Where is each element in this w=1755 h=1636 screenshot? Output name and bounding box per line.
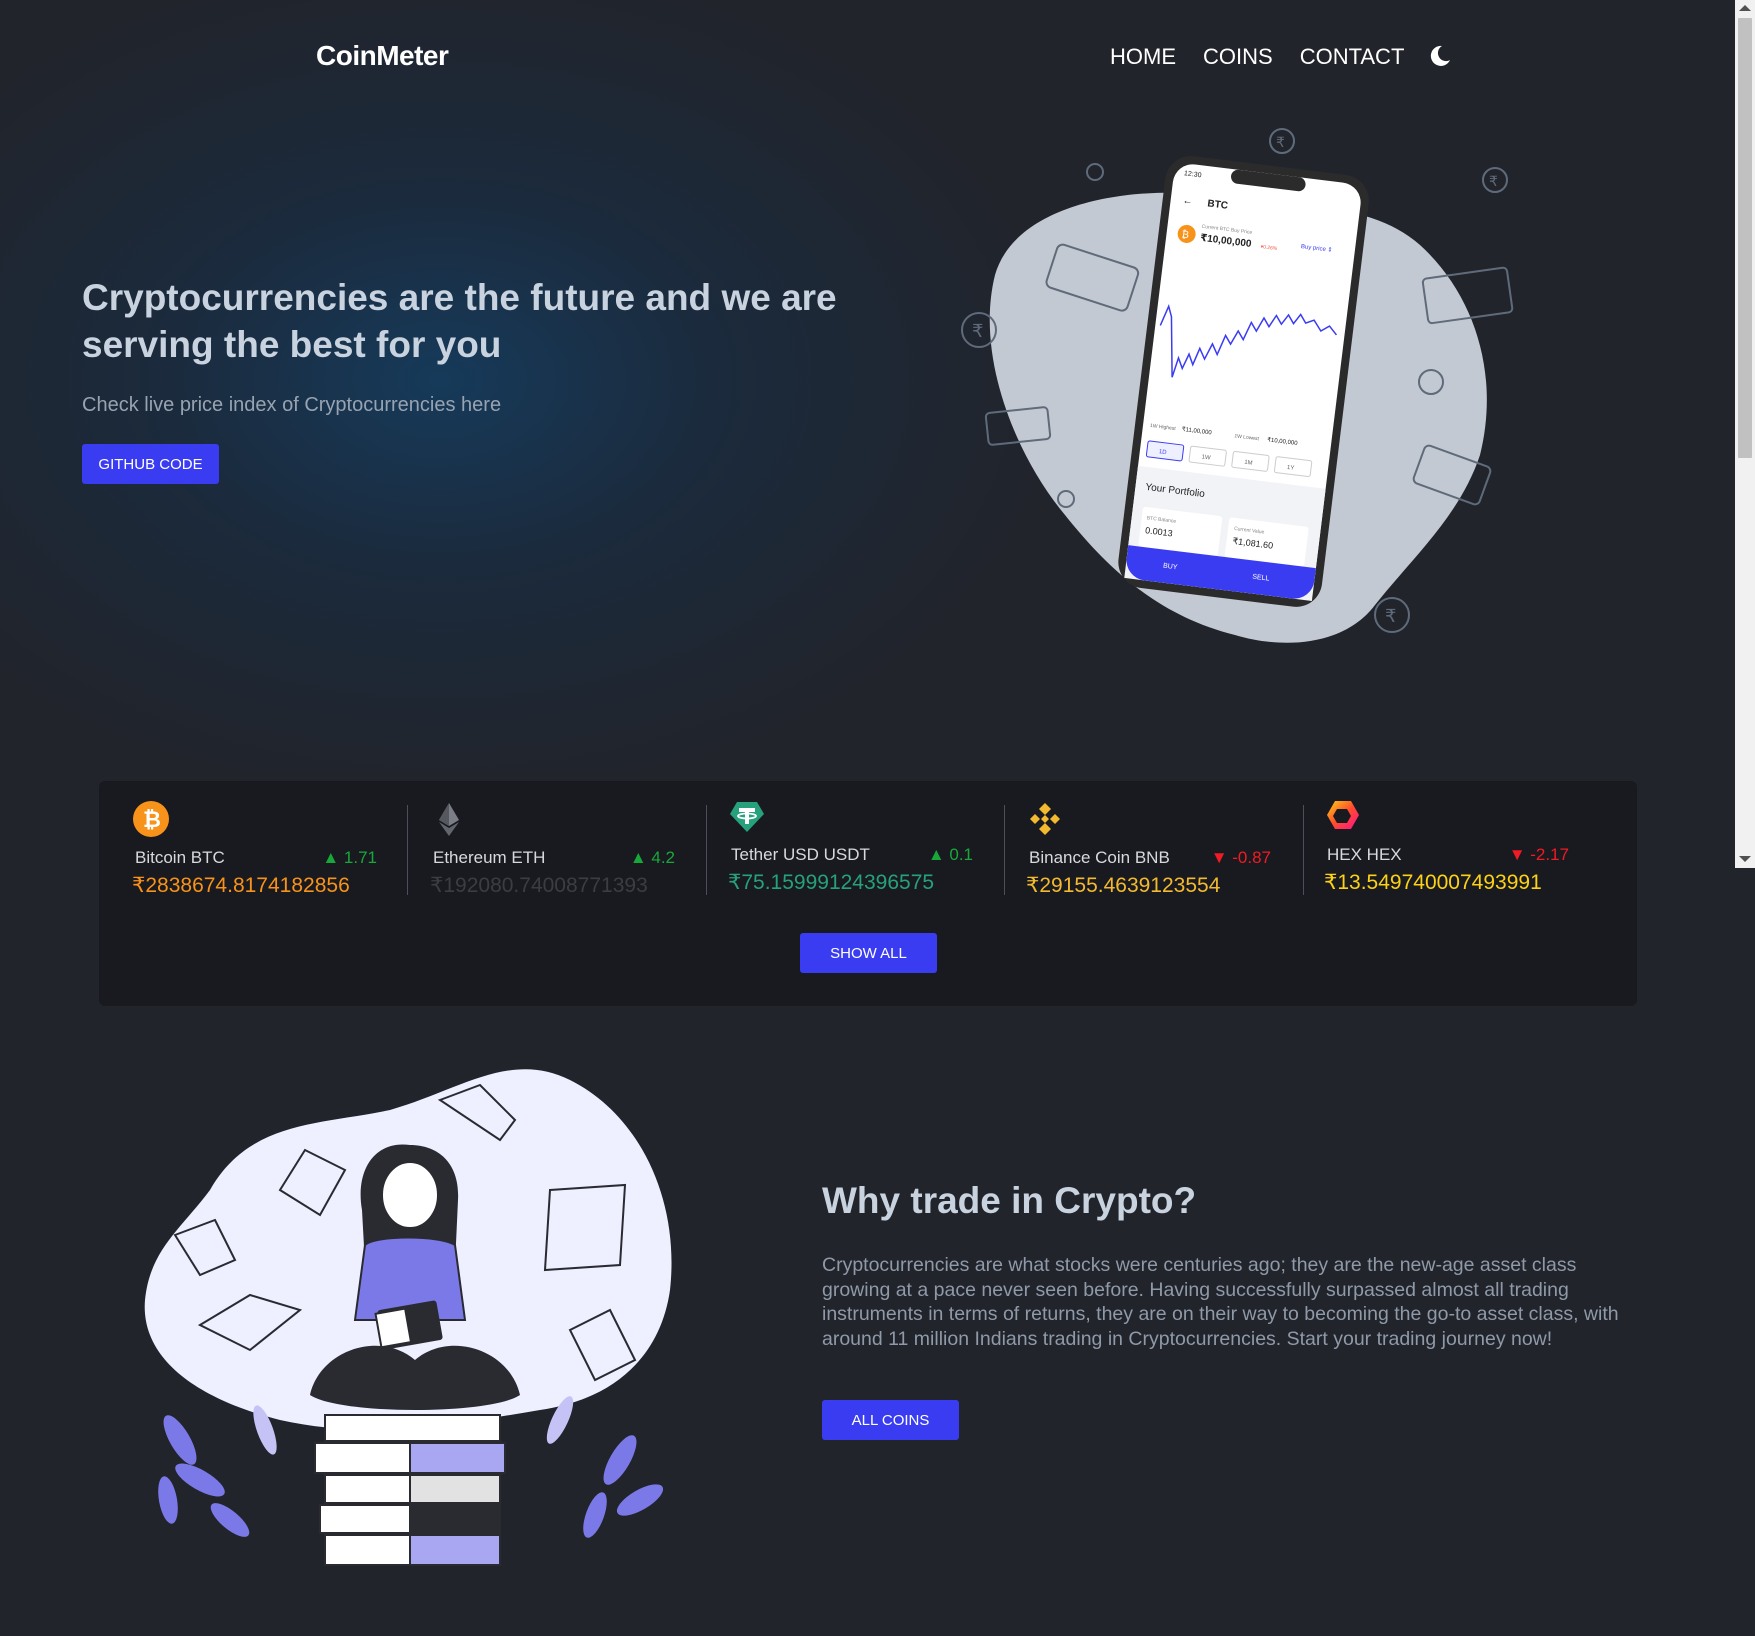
ethereum-icon [439,803,459,836]
coin-ticker-card: ₿ Bitcoin BTC ▲ 1.71 ₹2838674.8174182856… [99,781,1637,1006]
book-stack [314,1414,506,1566]
nav-coins-link[interactable]: COINS [1203,44,1273,70]
coin-item-hex[interactable]: HEX HEX ▼ -2.17 ₹13.549740007493991 [1291,798,1589,894]
svg-text:₿: ₿ [1181,228,1190,241]
coin-change: ▲ 0.1 [927,845,973,864]
coin-name: Ethereum ETH [433,848,546,867]
svg-text:₹: ₹ [1489,173,1498,189]
coin-price: ₹13.549740007493991 [1324,871,1542,894]
all-coins-button[interactable]: ALL COINS [822,1400,959,1440]
phone-range-1d: 1D [1158,449,1167,456]
svg-text:₿: ₿ [143,808,161,833]
coin-price: ₹29155.4639123554 [1026,874,1221,897]
show-all-button[interactable]: SHOW ALL [800,933,937,973]
phone-range-1w: 1W [1201,454,1211,461]
phone-range-1m: 1M [1244,460,1253,467]
nav-links: HOME COINS CONTACT [1110,44,1404,70]
book-icon [543,1183,627,1272]
navbar: CoinMeter HOME COINS CONTACT [0,0,1735,115]
coin-change: ▼ -0.87 [1210,848,1271,867]
rupee-coin-icon [1086,163,1104,181]
hero-subtitle: Check live price index of Cryptocurrenci… [82,394,502,416]
coin-price: ₹75.15999124396575 [728,871,935,894]
coin-item-usdt[interactable]: Tether USD USDT ▲ 0.1 ₹75.15999124396575 [695,798,993,894]
coin-price: ₹2838674.8174182856 [132,874,350,897]
github-code-button[interactable]: GITHUB CODE [82,444,219,484]
reading-girl-illustration [144,1069,672,1566]
coin-item-bnb[interactable]: Binance Coin BNB ▼ -0.87 ₹29155.46391235… [993,801,1291,897]
coin-name: Bitcoin BTC [135,848,225,867]
coin-item-eth[interactable]: Ethereum ETH ▲ 4.2 ₹192080.74008771393 [397,801,695,897]
moon-icon[interactable] [1428,44,1452,68]
coin-name: Binance Coin BNB [1029,848,1170,867]
coin-item-btc[interactable]: ₿ Bitcoin BTC ▲ 1.71 ₹2838674.8174182856 [99,801,397,897]
coin-change: ▼ -2.17 [1508,845,1569,864]
scroll-up-arrow-icon[interactable] [1739,5,1751,11]
hero-title: Cryptocurrencies are the future and we a… [82,277,837,365]
tether-icon [730,802,764,832]
coin-price: ₹192080.74008771393 [430,874,648,897]
coin-name: HEX HEX [1327,845,1402,864]
brand-logo[interactable]: CoinMeter [316,40,449,72]
hero-phone-illustration: ₹ ₹ ₹ ₹ 12:30 BTC ← ₿ Current BTC Buy Pr… [961,128,1514,643]
scrollbar-thumb[interactable] [1738,18,1752,458]
bitcoin-icon: ₿ [133,801,169,837]
nav-home-link[interactable]: HOME [1110,44,1176,70]
scrollbar[interactable] [1735,0,1755,868]
binance-icon [1030,803,1060,835]
coin-name: Tether USD USDT [731,845,870,864]
svg-text:₹: ₹ [972,321,983,341]
phone-range-1y: 1Y [1287,465,1295,472]
why-title: Why trade in Crypto? [822,1180,1197,1221]
coin-change: ▲ 1.71 [322,848,377,867]
svg-text:₹: ₹ [1276,134,1285,150]
hex-icon [1327,801,1359,829]
svg-text:←: ← [1182,195,1193,207]
coin-change: ▲ 4.2 [629,848,675,867]
svg-text:₹: ₹ [1385,606,1396,626]
nav-contact-link[interactable]: CONTACT [1300,44,1405,70]
scroll-down-arrow-icon[interactable] [1739,856,1751,862]
why-text: Cryptocurrencies are what stocks were ce… [822,1254,1619,1350]
